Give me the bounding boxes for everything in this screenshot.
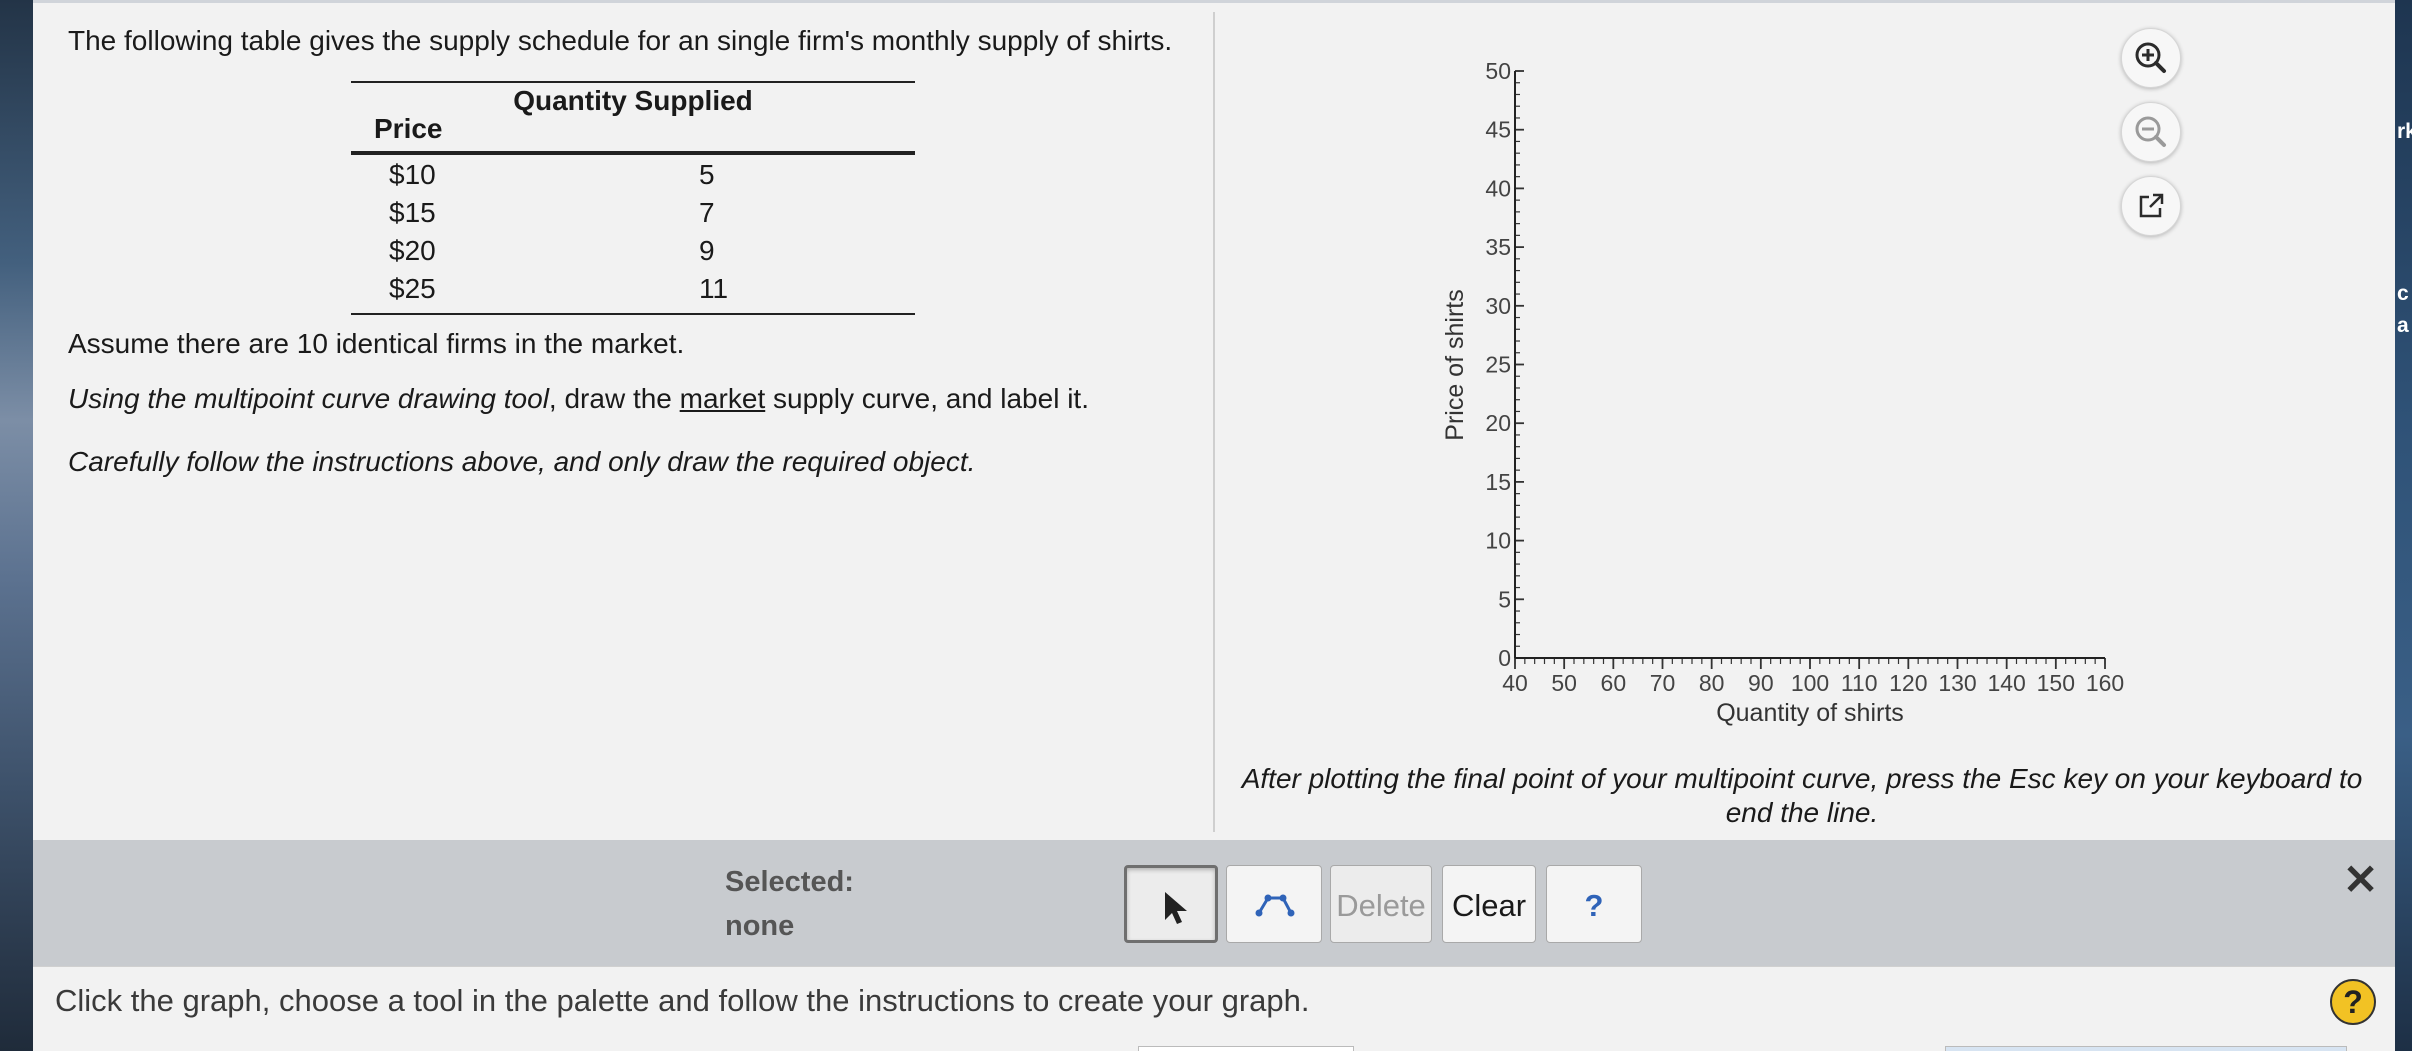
multipoint-curve-tool-button[interactable] — [1226, 865, 1322, 943]
x-axis-label: Quantity of shirts — [1716, 699, 1904, 727]
caution-text: Carefully follow the instructions above,… — [68, 446, 976, 477]
x-tick-label: 150 — [2037, 670, 2075, 696]
x-tick-label: 140 — [1987, 670, 2025, 696]
selected-value: none — [725, 910, 795, 942]
y-tick-label: 50 — [1485, 58, 1511, 84]
partial-button-edge — [1138, 1046, 1354, 1051]
question-intro: The following table gives the supply sch… — [68, 25, 1173, 56]
zoom-in-button[interactable] — [2121, 28, 2181, 88]
table-body: $10 5 $15 7 $20 9 $25 11 — [351, 155, 915, 311]
assumption-text: Assume there are 10 identical firms in t… — [68, 328, 685, 359]
y-tick-label: 45 — [1485, 117, 1511, 143]
table-row: $25 11 — [389, 273, 729, 304]
esc-instruction: After plotting the final point of your m… — [1241, 763, 2363, 828]
y-tick-label: 30 — [1485, 293, 1511, 319]
status-bar: Click the graph, choose a tool in the pa… — [33, 966, 2395, 1051]
price-cell: $25 — [389, 273, 436, 304]
delete-label: Delete — [1336, 888, 1426, 923]
status-message: Click the graph, choose a tool in the pa… — [55, 983, 1310, 1018]
y-tick-label: 25 — [1485, 352, 1511, 378]
close-icon[interactable]: ✕ — [2343, 855, 2378, 904]
pointer-tool-button[interactable] — [1124, 865, 1218, 943]
y-tick-label: 35 — [1485, 234, 1511, 260]
background-text-fragment: c — [2397, 282, 2409, 305]
graph-toolbar: Selected: none Delete Clear ? ✕ — [33, 840, 2395, 966]
price-header: Price — [374, 113, 443, 144]
instruction-middle: , draw the — [548, 383, 680, 414]
selected-label: Selected: — [725, 866, 854, 898]
x-tick-label: 50 — [1551, 670, 1577, 696]
graph-pane: 40 50 60 70 80 90 100 110 120 130 140 150 160 0 5 10 15 2… — [1215, 0, 2395, 835]
pointer-arrow-icon — [1165, 892, 1187, 924]
x-tick-label: 90 — [1748, 670, 1774, 696]
table-row: $15 7 — [389, 197, 715, 228]
help-icon[interactable]: ? — [2330, 979, 2376, 1025]
plot-area[interactable] — [1483, 70, 2079, 662]
y-axis-label: Price of shirts — [1441, 289, 1469, 440]
tool-help-label: ? — [1584, 888, 1604, 923]
delete-button[interactable]: Delete — [1330, 865, 1432, 943]
x-tick-label: 80 — [1699, 670, 1725, 696]
popout-graph-button[interactable] — [2121, 176, 2181, 236]
instruction-end: supply curve, and label it. — [765, 383, 1089, 414]
graph-canvas[interactable]: 40 50 60 70 80 90 100 110 120 130 140 150 160 0 5 10 15 2… — [1215, 0, 2395, 760]
table-row: $20 9 — [389, 235, 715, 266]
zoom-out-button[interactable] — [2121, 102, 2181, 162]
price-cell: $20 — [389, 235, 436, 266]
price-cell: $10 — [389, 159, 436, 190]
y-tick-label: 0 — [1498, 645, 1511, 671]
homework-window: The following table gives the supply sch… — [33, 0, 2395, 1051]
multipoint-curve-icon — [1255, 894, 1295, 917]
y-tick-label: 20 — [1485, 410, 1511, 436]
x-tick-label: 160 — [2086, 670, 2124, 696]
y-tick-label: 10 — [1485, 528, 1511, 554]
x-tick-label: 110 — [1841, 670, 1878, 696]
x-tick-label: 100 — [1791, 670, 1829, 696]
instruction-text: Using the multipoint curve drawing tool,… — [68, 383, 1089, 415]
instruction-market-word: market — [679, 383, 766, 414]
background-text-fragment: rk — [2397, 120, 2412, 143]
external-link-icon — [2139, 193, 2164, 218]
table-header: Quantity Supplied Price — [351, 83, 915, 151]
clear-button[interactable]: Clear — [1442, 865, 1536, 943]
tool-help-button[interactable]: ? — [1546, 865, 1642, 943]
zoom-out-icon — [2135, 116, 2166, 147]
question-pane: The following table gives the supply sch… — [33, 0, 1213, 835]
desktop-background-left — [0, 0, 33, 1051]
y-tick-label: 15 — [1485, 469, 1511, 495]
x-tick-label: 40 — [1502, 670, 1528, 696]
table-row: $10 5 — [389, 159, 715, 190]
x-tick-label: 70 — [1650, 670, 1676, 696]
desktop-background-right: rk c a — [2395, 0, 2412, 1051]
clear-label: Clear — [1451, 888, 1527, 923]
y-tick-label: 5 — [1498, 586, 1511, 612]
table-rule-bottom — [351, 313, 915, 315]
x-tick-label: 130 — [1938, 670, 1976, 696]
x-tick-label: 120 — [1889, 670, 1927, 696]
x-tick-label: 60 — [1601, 670, 1627, 696]
background-text-fragment: a — [2397, 314, 2409, 337]
price-cell: $15 — [389, 197, 436, 228]
zoom-in-icon — [2135, 42, 2166, 73]
instruction-tool-phrase: Using the multipoint curve drawing tool — [68, 383, 549, 414]
y-tick-label: 40 — [1485, 175, 1511, 201]
supply-schedule-table: Quantity Supplied Price $10 5 $15 7 $20 … — [351, 81, 915, 315]
partial-button-edge — [1945, 1046, 2347, 1051]
